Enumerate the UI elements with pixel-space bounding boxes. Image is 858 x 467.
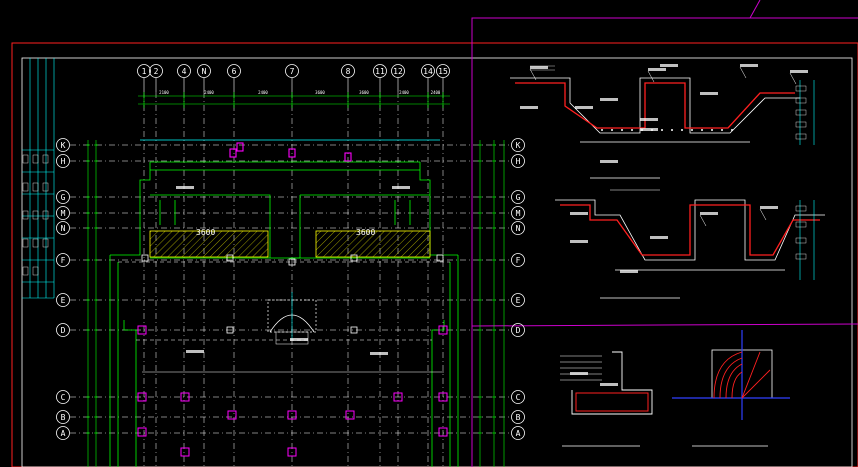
foundation-plan: 3600 3600 1 2 4 N 6 7 8 11 12 14 15 K KH HG GM MN NF FE E… [56,64,525,467]
side-axis-A-R: A [511,426,525,440]
top-axis-label: 12 [393,67,403,76]
section-details [510,65,825,447]
side-axis-C-R: C [511,390,525,404]
top-axis-label: 11 [375,67,385,76]
side-axis-N-R: N [511,221,525,235]
side-axis-label: G [516,193,521,202]
hatch-dim-left: 3600 [196,228,215,237]
side-axis-label: A [516,429,521,438]
top-axis-label: 2 [154,67,159,76]
side-axis-label: F [61,256,66,265]
top-dimension: 3600 [315,90,325,95]
top-axis-label: 7 [290,67,295,76]
side-axis-label: H [61,157,66,166]
top-axis-8: 8 [341,64,355,92]
side-axis-N-L: N [56,221,70,235]
top-axis-label: 4 [182,67,187,76]
side-axis-B-L: B [56,410,70,424]
side-axis-H-R: H [511,154,525,168]
cad-drawing-canvas[interactable]: 3600 3600 1 2 4 N 6 7 8 11 12 14 15 K KH HG GM MN NF FE E… [0,0,858,467]
side-axis-label: C [516,393,521,402]
side-axis-E-R: E [511,293,525,307]
side-axis-M-L: M [56,206,70,220]
top-axis-11: 11 [373,64,387,92]
side-axis-D-L: D [56,323,70,337]
top-axis-6: 6 [227,64,241,92]
section-detail-2 [555,199,825,299]
side-axis-G-R: G [511,190,525,204]
top-axis-N: N [197,64,211,92]
side-axis-label: D [516,326,521,335]
side-axis-label: G [61,193,66,202]
side-axis-bubbles: K KH HG GM MN NF FE ED DC CB BA A [56,138,525,440]
side-axis-G-L: G [56,190,70,204]
section-detail-1 [510,65,815,191]
side-axis-label: M [61,209,66,218]
plan-walls [109,139,459,467]
title-block [22,58,55,299]
hatch-dim-right: 3600 [356,228,375,237]
top-dimension: 2400 [204,90,214,95]
top-axis-15: 15 [436,64,450,92]
side-axis-label: K [61,141,66,150]
top-axis-12: 12 [391,64,405,92]
top-dimension: 2100 [159,90,169,95]
top-axis-label: 14 [423,67,433,76]
side-axis-K-R: K [511,138,525,152]
plan-columns [137,142,448,457]
side-axis-label: E [516,296,521,305]
side-axis-M-R: M [511,206,525,220]
side-axis-K-L: K [56,138,70,152]
side-axis-label: F [516,256,521,265]
side-axis-label: M [516,209,521,218]
side-axis-C-L: C [56,390,70,404]
centre-arch-detail [267,292,317,345]
side-axis-F-R: F [511,253,525,267]
section-detail-4-corner [672,330,790,447]
side-axis-label: C [61,393,66,402]
top-dimension: 2400 [258,90,268,95]
side-axis-label: B [516,413,521,422]
top-axis-7: 7 [285,64,299,92]
annotation-marks [176,64,808,386]
plan-dimension-lines: 2100 2400 2400 3600 3600 2400 2400 [86,90,505,467]
side-axis-E-L: E [56,293,70,307]
top-axis-label: 6 [232,67,237,76]
top-axis-14: 14 [421,64,435,92]
side-axis-label: E [61,296,66,305]
top-axis-1: 1 [137,64,151,92]
side-axis-label: H [516,157,521,166]
top-axis-4: 4 [177,64,191,92]
side-axis-B-R: B [511,410,525,424]
side-axis-H-L: H [56,154,70,168]
top-axis-label: N [202,67,207,76]
side-axis-F-L: F [56,253,70,267]
top-dimension: 2400 [399,90,409,95]
side-axis-label: B [61,413,66,422]
plan-hatched-zones: 3600 3600 [149,228,431,258]
side-axis-D-R: D [511,323,525,337]
side-axis-label: A [61,429,66,438]
top-axis-label: 8 [346,67,351,76]
top-axis-label: 15 [438,67,448,76]
top-axis-bubbles: 1 2 4 N 6 7 8 11 12 14 15 [137,64,450,92]
top-dimension: 3600 [359,90,369,95]
top-dimension: 2400 [431,90,441,95]
side-axis-A-L: A [56,426,70,440]
top-axis-label: 1 [142,67,147,76]
side-axis-label: K [516,141,521,150]
side-axis-label: N [516,224,521,233]
side-axis-label: D [61,326,66,335]
top-axis-2: 2 [149,64,163,92]
side-axis-label: N [61,224,66,233]
section-detail-3-beam [560,351,653,447]
